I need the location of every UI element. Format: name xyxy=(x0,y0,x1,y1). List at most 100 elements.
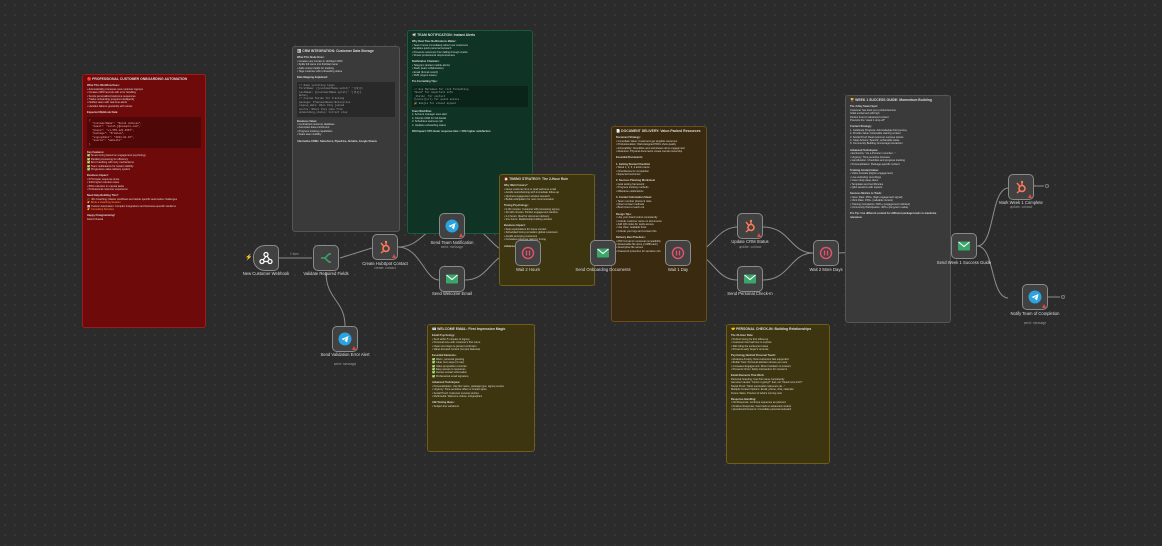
warning-icon xyxy=(352,346,356,350)
hubspot-icon xyxy=(1016,180,1026,194)
sticky-note-crm[interactable]: 🗄 CRM INTEGRATION: Customer Data Storage… xyxy=(292,46,400,232)
output-endpoint[interactable] xyxy=(1061,295,1065,299)
update-crm-status-node[interactable] xyxy=(737,213,763,239)
note-line: Subject line variations xyxy=(432,405,530,408)
note-line: Personalization: Package-specific conten… xyxy=(850,163,946,166)
note-line: Sales team visibility xyxy=(297,133,395,136)
node-subtitle: send: message xyxy=(333,362,357,366)
note-title: 📧 WELCOME EMAIL: First Impression Magic xyxy=(432,327,506,331)
webhook-icon xyxy=(259,251,273,265)
node-subtitle: update: contact xyxy=(738,245,762,249)
hubspot-create-node[interactable] xyxy=(372,234,398,260)
if-branch-icon xyxy=(321,253,331,263)
note-line: Prevents Churn: Early intervention for c… xyxy=(731,368,825,371)
note-line: Professional customer experience xyxy=(87,188,201,191)
node-label: Notify Team of Completion xyxy=(1010,311,1060,316)
note-line: ✅ Professional email signature xyxy=(432,374,469,378)
note-line: Expected outcomes xyxy=(616,173,702,176)
note-footer: Alternative CRMs: Salesforce, Pipedrive,… xyxy=(297,139,377,143)
note-heading: Pro Formatting Tips: xyxy=(412,80,438,84)
node-label: Send Week 1 Success Guide xyxy=(936,260,992,265)
welcome-email-node[interactable] xyxy=(439,266,465,292)
code-block: // Use Markdown for rich formatting *Bol… xyxy=(412,85,528,107)
output-endpoint[interactable] xyxy=(1045,184,1049,188)
note-line: 24+ hours: Relationship building window xyxy=(504,218,590,221)
hubspot-icon xyxy=(380,240,390,254)
note-line: Best times to reach out xyxy=(616,206,702,209)
node-subtitle: send: message xyxy=(1023,321,1047,325)
code-block: { "customerName": "Sarah Johnson", "emai… xyxy=(87,116,201,148)
note-line: 5. Community Building: Encourage interac… xyxy=(850,142,903,146)
telegram-icon xyxy=(445,219,459,233)
node-label: Send Validation Error Alert xyxy=(320,352,370,357)
wait-1-day-node[interactable] xyxy=(665,240,691,266)
note-line: Value-focused content (not just features… xyxy=(432,348,530,351)
sticky-note-overview[interactable]: 🔴 PROFESSIONAL CUSTOMER ONBOARDING AUTOM… xyxy=(82,74,206,328)
node-label: Wait 1 Day xyxy=(667,267,689,272)
team-notification-node[interactable] xyxy=(439,213,465,239)
webhook-trigger-node[interactable] xyxy=(253,245,279,271)
wait-2-more-days-node[interactable] xyxy=(813,240,839,266)
hubspot-icon xyxy=(745,219,755,233)
warning-icon xyxy=(459,233,463,237)
notify-team-completion-node[interactable] xyxy=(1022,284,1048,310)
sticky-note-welcome-email[interactable]: 📧 WELCOME EMAIL: First Impression Magic … xyxy=(427,324,535,452)
node-label: Wait 2 More Days xyxy=(809,267,843,272)
warning-icon xyxy=(757,233,761,237)
note-title: 🗄 CRM INTEGRATION: Customer Data Storage xyxy=(297,49,374,53)
note-line: Retention: Physical documents create men… xyxy=(616,150,702,153)
validate-fields-node[interactable] xyxy=(313,245,339,271)
note-author: David Olusola xyxy=(87,217,104,221)
sticky-note-document-delivery[interactable]: 📄 DOCUMENT DELIVERY: Value-Packed Resour… xyxy=(611,126,707,322)
warning-icon xyxy=(1028,194,1032,198)
wait-icon xyxy=(671,246,685,260)
note-heading: Essential Documents: xyxy=(616,156,644,160)
node-subtitle: create: contact xyxy=(374,266,396,270)
note-footer: ROI Impact: 67% faster response time = 2… xyxy=(412,129,491,133)
note-line: Milestone celebrations xyxy=(616,190,702,193)
node-subtitle: update: contact xyxy=(1009,205,1033,209)
note-line: Shows professional responsiveness xyxy=(412,54,528,57)
telegram-icon xyxy=(1028,290,1042,304)
note-line: Future Value: Preview of what's coming n… xyxy=(731,391,782,395)
code-block: // Name splitting logic firstName: {{cus… xyxy=(297,81,395,117)
node-label: Wait 2 Hours xyxy=(515,267,541,272)
node-label: Send Onboarding Documents xyxy=(575,267,631,272)
trigger-bolt-icon: ⚡ xyxy=(245,255,253,261)
note-title: 🏆 WEEK 1 SUCCESS GUIDE: Momentum Buildin… xyxy=(850,98,932,102)
note-heading: Data Mapping Explained: xyxy=(297,76,328,80)
note-line: Questions/Concerns: Immediate personal o… xyxy=(731,408,825,411)
note-line: SMS (urgent cases) xyxy=(412,74,528,77)
wait-2-hours-node[interactable] xyxy=(515,240,541,266)
note-line: Prevents the "week 1 drop-off" xyxy=(850,119,885,123)
note-line: Multimedia: Welcome videos, infographics xyxy=(432,395,530,398)
note-title: 📄 DOCUMENT DELIVERY: Value-Packed Resour… xyxy=(616,129,701,133)
sticky-note-week1-guide[interactable]: 🏆 WEEK 1 SUCCESS GUIDE: Momentum Buildin… xyxy=(845,95,951,323)
note-line: 4. Updates onboarding status xyxy=(412,123,446,127)
sticky-note-personal-checkin[interactable]: 🤝 PERSONAL CHECK-IN: Building Relationsh… xyxy=(726,324,830,464)
warning-icon xyxy=(392,254,396,258)
note-line: ✅ Progressive value delivery system xyxy=(87,167,131,171)
wait-icon xyxy=(521,246,535,260)
node-label: Send Personal Check-In xyxy=(727,291,773,296)
email-icon xyxy=(958,241,970,251)
node-label: Validate Required Fields xyxy=(303,271,349,276)
note-line: Builds anticipation for next communicati… xyxy=(504,198,590,201)
week1-guide-node[interactable] xyxy=(951,233,977,259)
note-heading: Expected Webhook Data: xyxy=(87,111,119,115)
onboarding-documents-node[interactable] xyxy=(590,240,616,266)
email-icon xyxy=(446,274,458,284)
note-line: Community Participation: 30%+ (long-term… xyxy=(850,206,946,209)
personal-checkin-node[interactable] xyxy=(737,266,763,292)
connection-item-count: 1 item xyxy=(290,252,299,256)
note-line: Q&A sessions with experts xyxy=(850,186,946,189)
email-icon xyxy=(744,274,756,284)
wait-icon xyxy=(819,246,833,260)
note-line: Tags customer with onboarding status xyxy=(297,70,395,73)
validation-error-node[interactable] xyxy=(332,326,358,352)
consulting-link[interactable]: 👉 Consulting Services xyxy=(87,208,201,211)
note-title: 🤝 PERSONAL CHECK-IN: Building Relationsh… xyxy=(731,327,812,331)
mark-week1-complete-node[interactable] xyxy=(1008,174,1034,200)
node-label: Update CRM Status xyxy=(731,239,769,244)
note-line: Include your logo and contact info xyxy=(616,230,702,233)
